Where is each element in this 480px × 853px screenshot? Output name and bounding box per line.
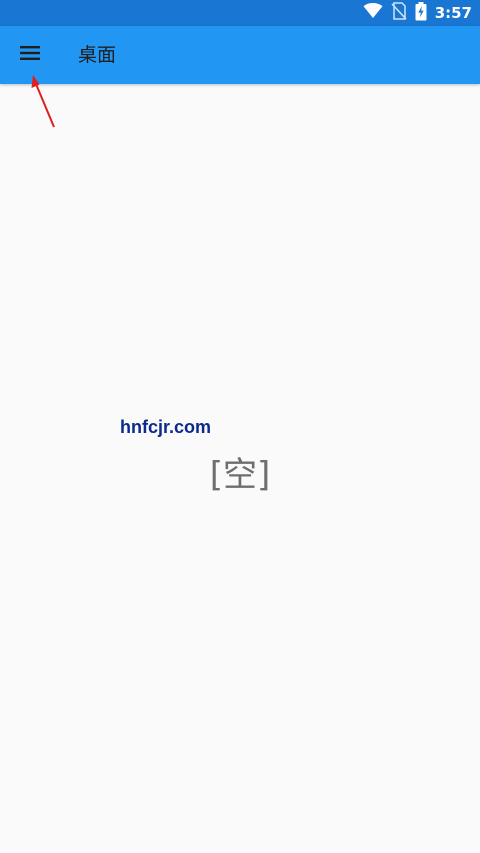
page-title: 桌面	[78, 44, 117, 66]
wifi-icon	[363, 2, 383, 23]
no-sim-icon	[391, 2, 407, 24]
app-bar: 桌面	[0, 26, 480, 84]
battery-charging-icon	[415, 1, 427, 25]
watermark-text: hnfcjr.com	[120, 417, 212, 437]
status-icons: 3:57	[363, 0, 472, 26]
status-time: 3:57	[434, 4, 472, 22]
empty-placeholder: [空]	[209, 455, 271, 495]
menu-button[interactable]	[10, 35, 50, 75]
status-bar: 3:57	[0, 0, 480, 26]
hamburger-menu-icon	[19, 45, 41, 65]
screen: 3:57 桌面 hnfcjr.com [空]	[0, 0, 480, 853]
